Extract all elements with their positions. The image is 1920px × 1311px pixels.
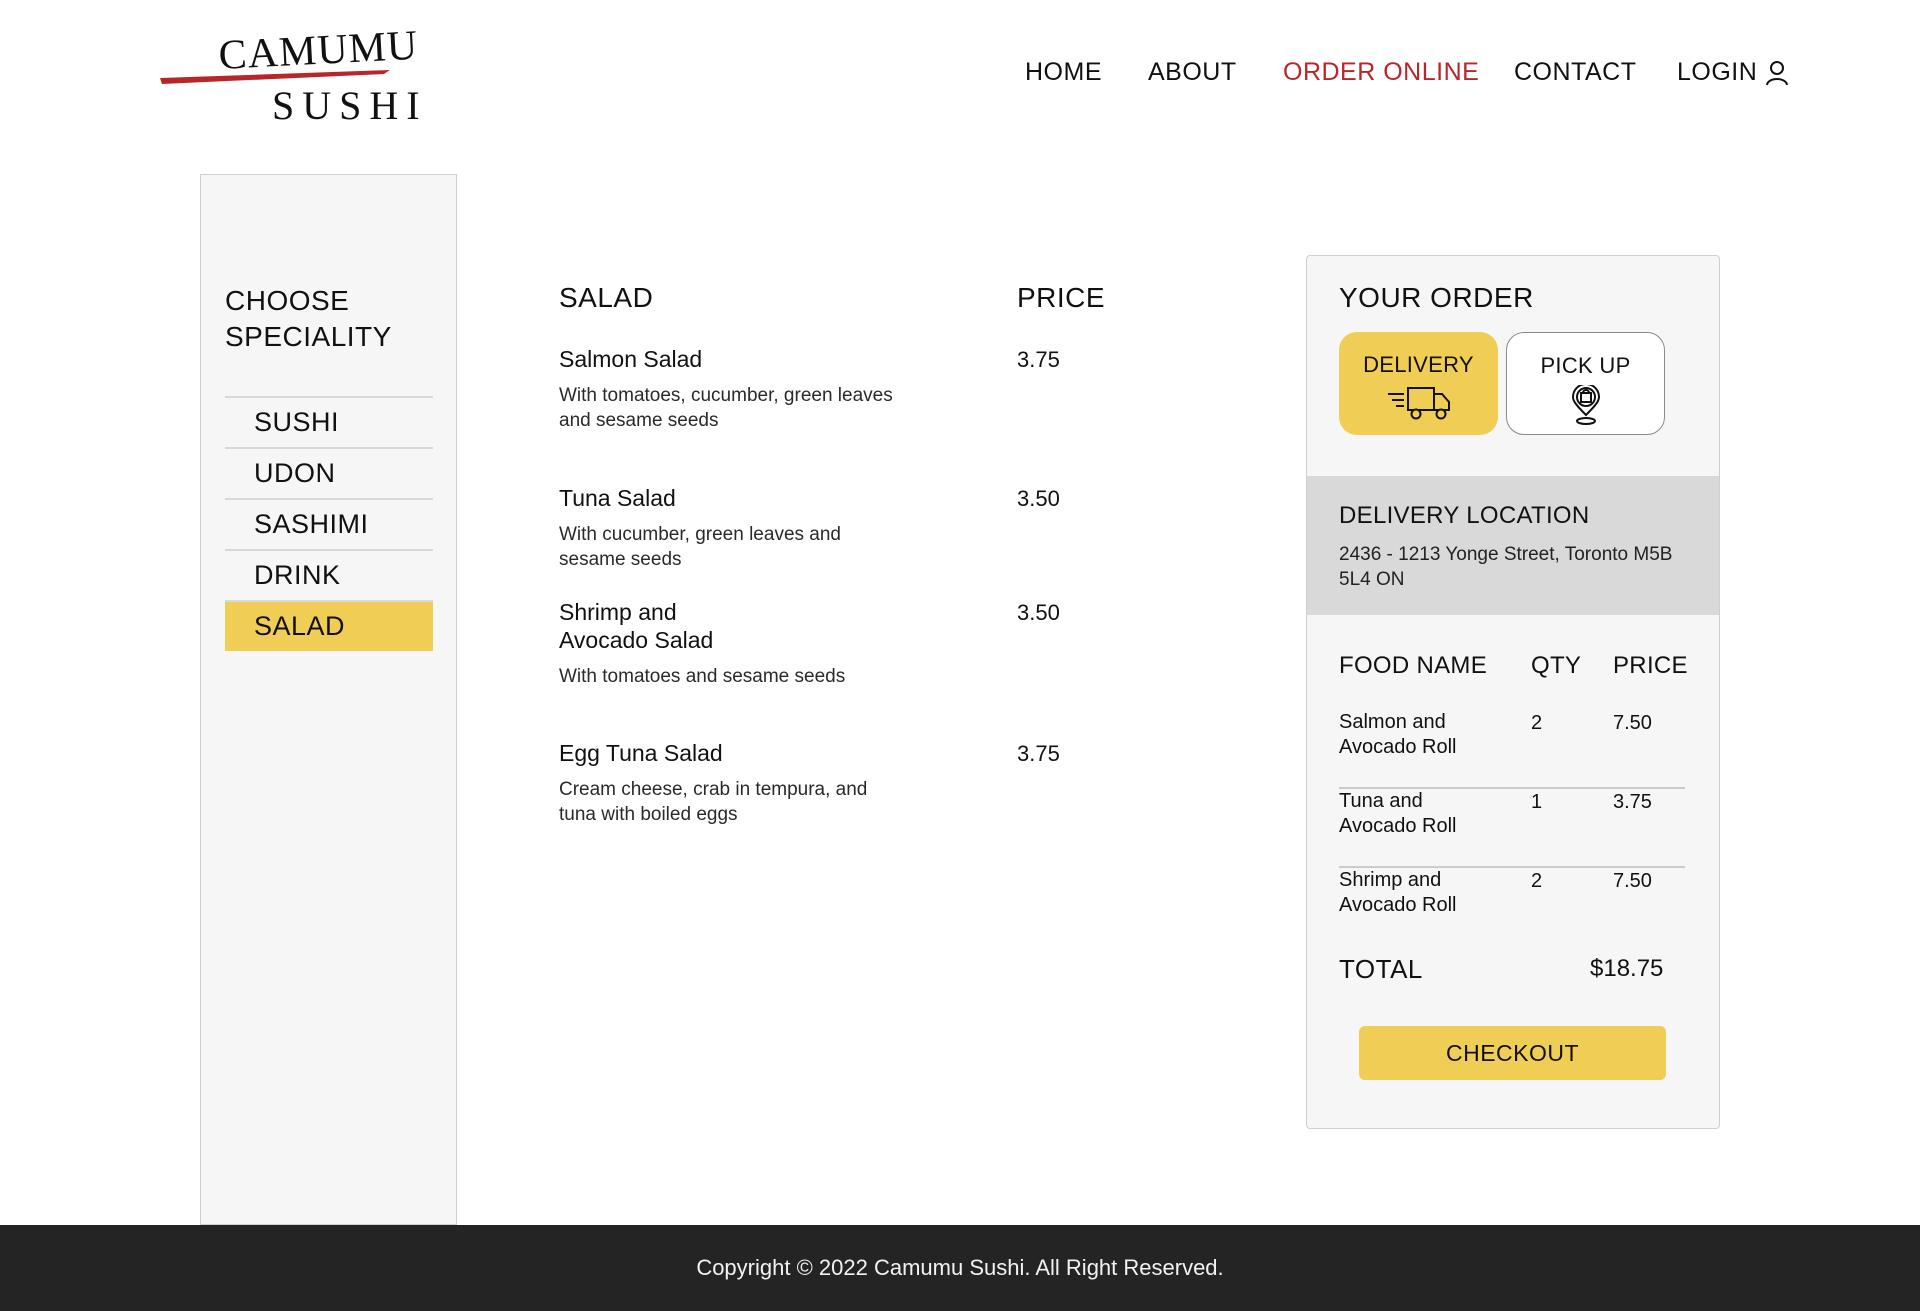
menu-item-description: With tomatoes and sesame seeds xyxy=(559,666,846,687)
category-sushi[interactable]: SUSHI xyxy=(225,396,433,447)
order-line-row[interactable]: Tuna and Avocado Roll 1 3.75 xyxy=(1339,789,1685,868)
delivery-option-label: DELIVERY xyxy=(1363,352,1474,377)
footer-copyright: Copyright © 2022 Camumu Sushi. All Right… xyxy=(696,1255,1224,1280)
menu-item[interactable]: Egg Tuna Salad Cream cheese, crab in tem… xyxy=(559,739,899,827)
menu-item-name: Salmon Salad xyxy=(559,346,703,372)
order-title: YOUR ORDER xyxy=(1339,282,1534,313)
nav-home[interactable]: HOME xyxy=(1025,58,1102,87)
column-price: PRICE xyxy=(1613,652,1688,679)
order-line-row[interactable]: Shrimp and Avocado Roll 2 7.50 xyxy=(1339,868,1685,947)
category-drink[interactable]: DRINK xyxy=(225,549,433,600)
order-line-name: Tuna and Avocado Roll xyxy=(1339,790,1457,837)
column-qty: QTY xyxy=(1531,652,1582,679)
pickup-option-label: PICK UP xyxy=(1540,353,1631,378)
checkout-button[interactable]: CHECKOUT xyxy=(1359,1026,1666,1080)
category-salad[interactable]: SALAD xyxy=(225,600,433,651)
order-line-qty: 2 xyxy=(1531,712,1543,734)
footer: Copyright © 2022 Camumu Sushi. All Right… xyxy=(0,1225,1920,1311)
delivery-location-title: DELIVERY LOCATION xyxy=(1339,502,1590,529)
order-line-name: Salmon and Avocado Roll xyxy=(1339,711,1457,758)
pickup-location-icon xyxy=(1571,385,1600,425)
category-sashimi[interactable]: SASHIMI xyxy=(225,498,433,549)
menu-item-price: 3.50 xyxy=(1017,486,1060,511)
category-udon[interactable]: UDON xyxy=(225,447,433,498)
order-total-label: TOTAL xyxy=(1339,954,1423,984)
order-line-qty: 1 xyxy=(1531,791,1543,813)
order-line-row[interactable]: Salmon and Avocado Roll 2 7.50 xyxy=(1339,710,1685,789)
category-sidebar: CHOOSE SPECIALITY SUSHI UDON SASHIMI DRI… xyxy=(200,174,457,1225)
menu-item-price: 3.75 xyxy=(1017,741,1060,766)
menu-item-description: With cucumber, green leaves and sesame s… xyxy=(559,524,841,570)
delivery-option-button[interactable]: DELIVERY xyxy=(1339,332,1498,435)
nav-order-online[interactable]: ORDER ONLINE xyxy=(1283,58,1479,87)
pickup-option-button[interactable]: PICK UP xyxy=(1506,332,1665,435)
order-line-name: Shrimp and Avocado Roll xyxy=(1339,869,1457,916)
menu-item-description: With tomatoes, cucumber, green leaves an… xyxy=(559,385,893,431)
logo-wordmark-bottom: SUSHI xyxy=(272,83,428,128)
order-panel: YOUR ORDER DELIVERY PICK UP DELIVERY LOC… xyxy=(1306,255,1720,1129)
menu-item[interactable]: Tuna Salad With cucumber, green leaves a… xyxy=(559,484,899,572)
nav-about[interactable]: ABOUT xyxy=(1148,58,1237,87)
order-line-price: 3.75 xyxy=(1613,791,1652,813)
menu-item-description: Cream cheese, crab in tempura, and tuna … xyxy=(559,779,868,825)
delivery-location-section[interactable]: DELIVERY LOCATION 2436 - 1213 Yonge Stre… xyxy=(1307,476,1719,615)
menu-item-price: 3.75 xyxy=(1017,347,1060,372)
order-line-price: 7.50 xyxy=(1613,870,1652,892)
menu-item-name: Tuna Salad xyxy=(559,485,676,511)
user-icon xyxy=(1766,61,1789,86)
menu-section-title: SALAD xyxy=(559,282,654,313)
category-list: SUSHI UDON SASHIMI DRINK SALAD xyxy=(225,396,433,651)
sidebar-title: CHOOSE SPECIALITY xyxy=(225,285,392,352)
delivery-truck-icon xyxy=(1387,387,1450,420)
order-total-value: $18.75 xyxy=(1590,955,1664,982)
nav-login-label: LOGIN xyxy=(1677,58,1758,86)
nav-contact[interactable]: CONTACT xyxy=(1514,58,1636,87)
delivery-address: 2436 - 1213 Yonge Street, Toronto M5B 5L… xyxy=(1339,544,1673,590)
menu-item[interactable]: Salmon Salad With tomatoes, cucumber, gr… xyxy=(559,345,899,433)
menu-item-price: 3.50 xyxy=(1017,600,1060,625)
menu-item-name: Egg Tuna Salad xyxy=(559,740,723,766)
menu-price-header: PRICE xyxy=(1017,282,1106,313)
order-line-price: 7.50 xyxy=(1613,712,1652,734)
nav-login[interactable]: LOGIN xyxy=(1677,58,1789,87)
brand-logo[interactable]: CAMUMU SUSHI xyxy=(160,23,420,132)
menu-item[interactable]: Shrimp and Avocado Salad With tomatoes a… xyxy=(559,598,899,689)
menu-item-name: Shrimp and Avocado Salad xyxy=(559,599,714,653)
column-food-name: FOOD NAME xyxy=(1339,652,1488,679)
order-line-qty: 2 xyxy=(1531,870,1543,892)
